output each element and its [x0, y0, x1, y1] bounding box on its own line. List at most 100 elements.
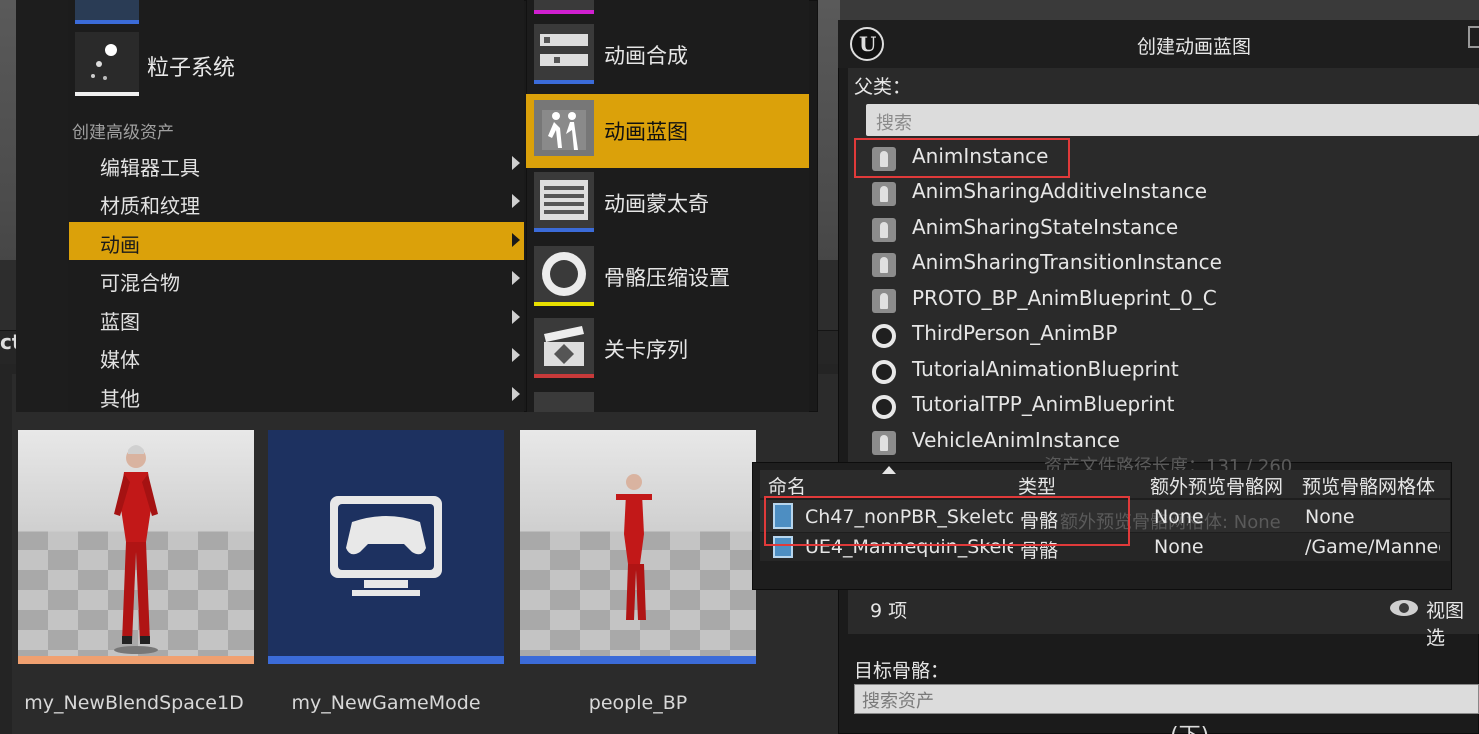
particle-system-icon[interactable]	[75, 32, 139, 96]
class-name: ThirdPerson_AnimBP	[912, 321, 1118, 345]
asset-name: my_NewGameMode	[291, 692, 481, 714]
submenu-item-label: 动画蒙太奇	[604, 192, 709, 216]
menu-item-label: 材质和纹理	[100, 194, 200, 218]
menu-item-label: 其他	[100, 387, 140, 411]
menu-item-blendables[interactable]: 可混合物	[69, 260, 524, 298]
preview-mesh-cell: None	[1305, 506, 1355, 528]
menu-item-animation[interactable]: 动画	[69, 222, 524, 260]
anim-composite-icon	[534, 24, 594, 84]
cut-off-text: (下)	[1170, 718, 1209, 734]
class-row[interactable]: PROTO_BP_AnimBlueprint_0_C	[872, 283, 1472, 317]
class-name: VehicleAnimInstance	[912, 428, 1120, 452]
class-name: TutorialTPP_AnimBlueprint	[912, 392, 1175, 416]
dialog-title: 创建动画蓝图	[1136, 36, 1251, 58]
anim-instance-icon	[872, 218, 896, 242]
submenu-arrow-icon	[512, 271, 520, 285]
submenu-arrow-icon	[512, 348, 520, 362]
character-tpose-icon	[616, 474, 652, 620]
class-search-input[interactable]	[866, 104, 1479, 136]
previous-submenu-icon[interactable]	[534, 0, 594, 14]
target-skeleton-search-input[interactable]	[854, 684, 1479, 714]
class-count: 9 项	[870, 600, 908, 622]
asset-tile-gamemode[interactable]	[268, 430, 504, 664]
highlight-box-animinstance	[854, 138, 1070, 178]
class-name: AnimSharingStateInstance	[912, 215, 1179, 239]
asset-type-bar	[268, 656, 504, 664]
class-row[interactable]: AnimSharingAdditiveInstance	[872, 176, 1472, 210]
column-header-extra-preview[interactable]: 额外预览骨骼网	[1150, 472, 1283, 499]
column-header-name[interactable]: 命名	[768, 472, 806, 499]
submenu-item-anim-montage[interactable]: 动画蒙太奇	[526, 166, 809, 240]
menu-item-other[interactable]: 其他	[69, 376, 524, 414]
anim-instance-icon	[872, 431, 896, 455]
parent-class-label: 父类：	[854, 76, 912, 98]
submenu-arrow-icon	[512, 387, 520, 401]
asset-name: people_BP	[588, 692, 688, 714]
anim-instance-icon	[872, 253, 896, 277]
window-button-icon[interactable]	[1468, 26, 1479, 48]
anim-instance-icon	[872, 289, 896, 313]
extra-preview-cell: None	[1154, 536, 1204, 558]
class-name: AnimSharingTransitionInstance	[912, 250, 1222, 274]
gamepad-monitor-icon	[330, 496, 442, 596]
menu-item-materials[interactable]: 材质和纹理	[69, 183, 524, 221]
ring-icon	[872, 395, 896, 419]
menu-item-media[interactable]: 媒体	[69, 337, 524, 375]
column-header-preview-mesh[interactable]: 预览骨骼网格体	[1302, 472, 1435, 499]
particle-system-label[interactable]: 粒子系统	[147, 50, 235, 82]
asset-type-bar	[18, 656, 254, 664]
class-name: PROTO_BP_AnimBlueprint_0_C	[912, 286, 1217, 310]
bone-compression-icon	[534, 246, 594, 306]
eye-icon[interactable]	[1390, 600, 1418, 616]
menu-item-label: 蓝图	[100, 310, 140, 334]
preview-mesh-cell: /Game/Mannequin	[1305, 536, 1440, 558]
previous-asset-icon[interactable]	[75, 0, 139, 24]
submenu-item-anim-blueprint[interactable]: 动画蓝图	[526, 94, 809, 168]
submenu-item-level-sequence[interactable]: 关卡序列	[526, 312, 809, 386]
target-skeleton-label: 目标骨骼：	[854, 660, 950, 682]
highlight-box-skeleton	[764, 496, 1130, 546]
submenu-arrow-icon	[512, 156, 520, 170]
menu-item-editor-tools[interactable]: 编辑器工具	[69, 145, 524, 183]
asset-tile-people-bp[interactable]	[520, 430, 756, 664]
submenu-item-label: 骨骼压缩设置	[604, 266, 730, 290]
submenu-item-anim-composite[interactable]: 动画合成	[526, 18, 809, 92]
view-options-button[interactable]: 视图选	[1426, 596, 1479, 650]
class-name: AnimSharingAdditiveInstance	[912, 179, 1208, 203]
character-figure-icon	[114, 445, 158, 654]
sort-ascending-icon[interactable]	[882, 466, 896, 474]
asset-thumbnail	[520, 430, 756, 656]
submenu-item-bone-compression[interactable]: 骨骼压缩设置	[526, 240, 809, 314]
menu-item-blueprints[interactable]: 蓝图	[69, 299, 524, 337]
anim-instance-icon	[872, 182, 896, 206]
ring-icon	[872, 324, 896, 348]
menu-item-label: 可混合物	[100, 271, 180, 295]
asset-thumbnail	[268, 430, 504, 656]
class-name: TutorialAnimationBlueprint	[912, 357, 1179, 381]
submenu-arrow-icon	[512, 310, 520, 324]
class-row[interactable]: TutorialTPP_AnimBlueprint	[872, 389, 1472, 423]
ring-icon	[872, 360, 896, 384]
menu-item-label: 动画	[100, 233, 140, 257]
anim-montage-icon	[534, 172, 594, 232]
unreal-logo-icon: U	[850, 27, 884, 61]
context-menu-gutter	[16, 0, 68, 412]
dialog-titlebar: 创建动画蓝图	[838, 20, 1479, 68]
submenu-arrow-icon	[512, 194, 520, 208]
anim-blueprint-icon	[534, 100, 594, 160]
class-row[interactable]: ThirdPerson_AnimBP	[872, 318, 1472, 352]
column-header-type[interactable]: 类型	[1018, 472, 1056, 499]
class-row[interactable]: AnimSharingTransitionInstance	[872, 247, 1472, 281]
asset-name: my_NewBlendSpace1D	[24, 692, 244, 714]
asset-type-bar	[520, 656, 756, 664]
class-row[interactable]: TutorialAnimationBlueprint	[872, 354, 1472, 388]
submenu-item-label: 动画合成	[604, 44, 688, 68]
submenu-arrow-icon	[512, 233, 520, 247]
target-search-placeholder: 搜索资产	[862, 691, 934, 712]
class-search-placeholder: 搜索	[876, 113, 912, 134]
next-submenu-icon[interactable]	[534, 392, 594, 412]
asset-tile-blendspace[interactable]	[18, 430, 254, 664]
level-sequence-icon	[534, 318, 594, 378]
advanced-assets-header: 创建高级资产	[72, 123, 174, 143]
class-row[interactable]: AnimSharingStateInstance	[872, 212, 1472, 246]
